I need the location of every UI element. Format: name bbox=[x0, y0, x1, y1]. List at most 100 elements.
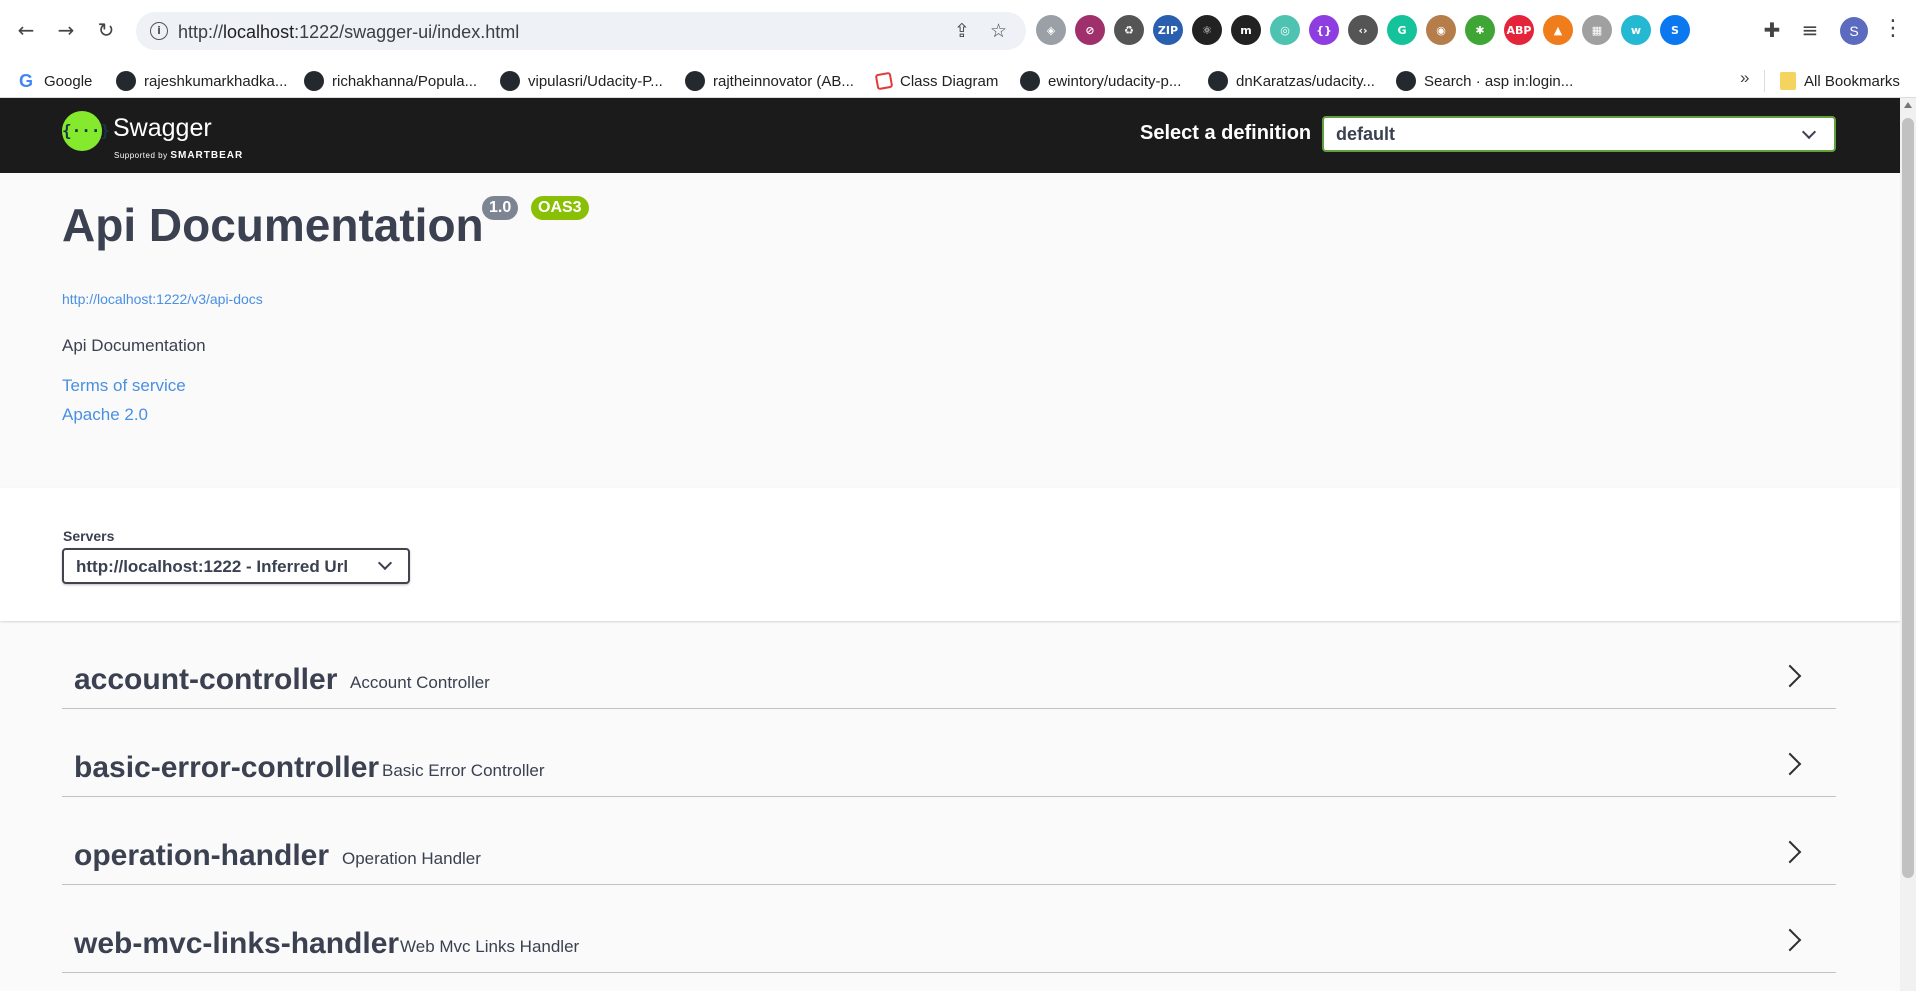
reload-icon[interactable]: ↻ bbox=[90, 14, 122, 46]
adblock-extension-icon[interactable]: ABP bbox=[1504, 15, 1534, 45]
tag-section-operation-handler[interactable]: operation-handler Operation Handler bbox=[62, 797, 1836, 885]
all-bookmarks-label: All Bookmarks bbox=[1804, 72, 1900, 90]
bookmark-item[interactable]: dnKaratzas/udacity... bbox=[1208, 70, 1375, 92]
shield-extension-icon[interactable]: ◈ bbox=[1036, 15, 1066, 45]
bookmark-label: dnKaratzas/udacity... bbox=[1236, 72, 1375, 90]
tag-list: account-controller Account Controller basi… bbox=[62, 621, 1836, 973]
license-link[interactable]: Apache 2.0 bbox=[62, 405, 148, 425]
github-icon bbox=[116, 71, 136, 91]
purple-extension-icon[interactable]: {} bbox=[1309, 15, 1339, 45]
bookmark-label: rajeshkumarkhadka... bbox=[144, 72, 288, 90]
forward-arrow-icon[interactable]: → bbox=[50, 14, 82, 46]
bookmark-star-icon[interactable]: ☆ bbox=[990, 20, 1007, 42]
tag-description: Basic Error Controller bbox=[382, 761, 545, 780]
swagger-topbar: {···} Swagger Supported by SMARTBEAR Sel… bbox=[0, 98, 1900, 173]
bookmark-item[interactable]: G Google bbox=[16, 70, 92, 92]
chevron-right-icon[interactable] bbox=[1778, 840, 1802, 864]
servers-select[interactable]: http://localhost:1222 - Inferred Url bbox=[62, 548, 410, 584]
definition-value: default bbox=[1336, 124, 1396, 144]
swagger-brand-sub: Supported by SMARTBEAR bbox=[114, 150, 244, 161]
block-extension-icon[interactable]: ⊘ bbox=[1075, 15, 1105, 45]
page-viewport: {···} Swagger Supported by SMARTBEAR Sel… bbox=[0, 98, 1900, 991]
profile-avatar[interactable]: S bbox=[1840, 17, 1868, 45]
address-bar[interactable]: i http://localhost:1222/swagger-ui/index… bbox=[136, 12, 1026, 50]
tag-section-basic-error-controller[interactable]: basic-error-controller Basic Error Contro… bbox=[62, 709, 1836, 797]
site-info-icon[interactable]: i bbox=[150, 22, 168, 40]
bookmark-label: Google bbox=[44, 72, 93, 90]
bookmark-label: Class Diagram bbox=[900, 72, 999, 90]
tag-name[interactable]: basic-error-controller bbox=[74, 751, 379, 785]
folder-icon bbox=[1780, 72, 1796, 90]
bug-extension-icon[interactable]: ✱ bbox=[1465, 15, 1495, 45]
bookmark-item[interactable]: vipulasri/Udacity-P... bbox=[500, 70, 663, 92]
extensions-strip: ◈ ⊘ ♻ ZIP ⚛ m ◎ {} ‹› G ◉ ✱ ABP ▲ ▦ w S bbox=[1036, 14, 1690, 46]
url-text[interactable]: http://localhost:1222/swagger-ui/index.h… bbox=[178, 22, 519, 43]
definition-select[interactable]: default bbox=[1322, 116, 1836, 152]
bookmark-label: ewintory/udacity-p... bbox=[1048, 72, 1182, 90]
github-icon bbox=[1208, 71, 1228, 91]
bookmark-item[interactable]: ewintory/udacity-p... bbox=[1020, 70, 1181, 92]
puzzle-extensions-icon[interactable]: ✚ bbox=[1756, 14, 1788, 46]
owl-extension-icon[interactable]: ◉ bbox=[1426, 15, 1456, 45]
zip-extension-icon[interactable]: ZIP bbox=[1153, 15, 1183, 45]
bookmark-label: vipulasri/Udacity-P... bbox=[528, 72, 663, 90]
circle-extension-icon[interactable]: ◎ bbox=[1270, 15, 1300, 45]
scrollbar-thumb[interactable] bbox=[1902, 118, 1914, 878]
github-icon bbox=[1020, 71, 1040, 91]
swagger-brand[interactable]: Swagger bbox=[113, 114, 212, 143]
more-menu-icon[interactable]: ⋮ bbox=[1882, 16, 1904, 41]
github-icon bbox=[685, 71, 705, 91]
share-icon[interactable]: ⇪ bbox=[954, 20, 970, 42]
chevron-down-icon bbox=[377, 555, 393, 571]
more-bookmarks-chevron-icon[interactable]: » bbox=[1740, 68, 1749, 88]
fox-extension-icon[interactable]: ▲ bbox=[1543, 15, 1573, 45]
github-icon bbox=[1396, 71, 1416, 91]
version-badge: 1.0 bbox=[482, 196, 519, 220]
bookmark-item[interactable]: richakhanna/Popula... bbox=[304, 70, 477, 92]
tag-description: Operation Handler bbox=[342, 849, 481, 868]
bookmark-label: richakhanna/Popula... bbox=[332, 72, 478, 90]
recycle-extension-icon[interactable]: ♻ bbox=[1114, 15, 1144, 45]
shazam-extension-icon[interactable]: S bbox=[1660, 15, 1690, 45]
spec-url-link[interactable]: http://localhost:1222/v3/api-docs bbox=[62, 291, 263, 307]
m-extension-icon[interactable]: m bbox=[1231, 15, 1261, 45]
tag-section-web-mvc-links-handler[interactable]: web-mvc-links-handler Web Mvc Links Handl… bbox=[62, 885, 1836, 973]
back-arrow-icon[interactable]: ← bbox=[10, 14, 42, 46]
tag-section-account-controller[interactable]: account-controller Account Controller bbox=[62, 621, 1836, 709]
servers-section: Servers http://localhost:1222 - Inferred… bbox=[0, 488, 1900, 621]
google-icon: G bbox=[18, 71, 33, 91]
github-icon bbox=[304, 71, 324, 91]
tag-description: Account Controller bbox=[350, 673, 490, 692]
grammarly-extension-icon[interactable]: G bbox=[1387, 15, 1417, 45]
bookmark-item[interactable]: rajeshkumarkhadka... bbox=[116, 70, 287, 92]
w-extension-icon[interactable]: w bbox=[1621, 15, 1651, 45]
browser-toolbar: ← → ↻ i http://localhost:1222/swagger-ui… bbox=[0, 0, 1916, 62]
bookmark-item[interactable]: rajtheinnovator (AB... bbox=[685, 70, 854, 92]
chevron-right-icon[interactable] bbox=[1778, 928, 1802, 952]
page-scrollbar[interactable] bbox=[1900, 98, 1916, 991]
tag-name[interactable]: operation-handler bbox=[74, 839, 329, 873]
servers-label: Servers bbox=[63, 528, 115, 544]
swagger-logo-icon[interactable]: {···} bbox=[62, 111, 110, 151]
reading-list-icon[interactable]: ≡ bbox=[1794, 14, 1826, 46]
tag-name[interactable]: account-controller bbox=[74, 663, 337, 697]
chevron-down-icon bbox=[1801, 124, 1817, 140]
tag-description: Web Mvc Links Handler bbox=[400, 937, 580, 956]
definition-label: Select a definition bbox=[1140, 122, 1312, 144]
bookmark-item[interactable]: Class Diagram bbox=[874, 70, 999, 92]
chevron-right-icon[interactable] bbox=[1778, 664, 1802, 688]
chevron-right-icon[interactable] bbox=[1778, 752, 1802, 776]
scroll-up-arrow-icon[interactable] bbox=[1904, 102, 1912, 108]
terms-of-service-link[interactable]: Terms of service bbox=[62, 376, 186, 396]
bookmark-item[interactable]: Search · asp in:login... bbox=[1396, 70, 1573, 92]
bookmark-label: rajtheinnovator (AB... bbox=[713, 72, 854, 90]
diagram-icon bbox=[874, 71, 894, 91]
tag-name[interactable]: web-mvc-links-handler bbox=[74, 927, 399, 961]
all-bookmarks-folder[interactable]: All Bookmarks bbox=[1780, 70, 1900, 92]
api-description: Api Documentation bbox=[62, 336, 206, 355]
grid-extension-icon[interactable]: ▦ bbox=[1582, 15, 1612, 45]
bookmark-label: Search · asp in:login... bbox=[1424, 72, 1574, 90]
bookmarks-divider bbox=[1764, 70, 1765, 92]
bracket-extension-icon[interactable]: ‹› bbox=[1348, 15, 1378, 45]
react-devtools-extension-icon[interactable]: ⚛ bbox=[1192, 15, 1222, 45]
